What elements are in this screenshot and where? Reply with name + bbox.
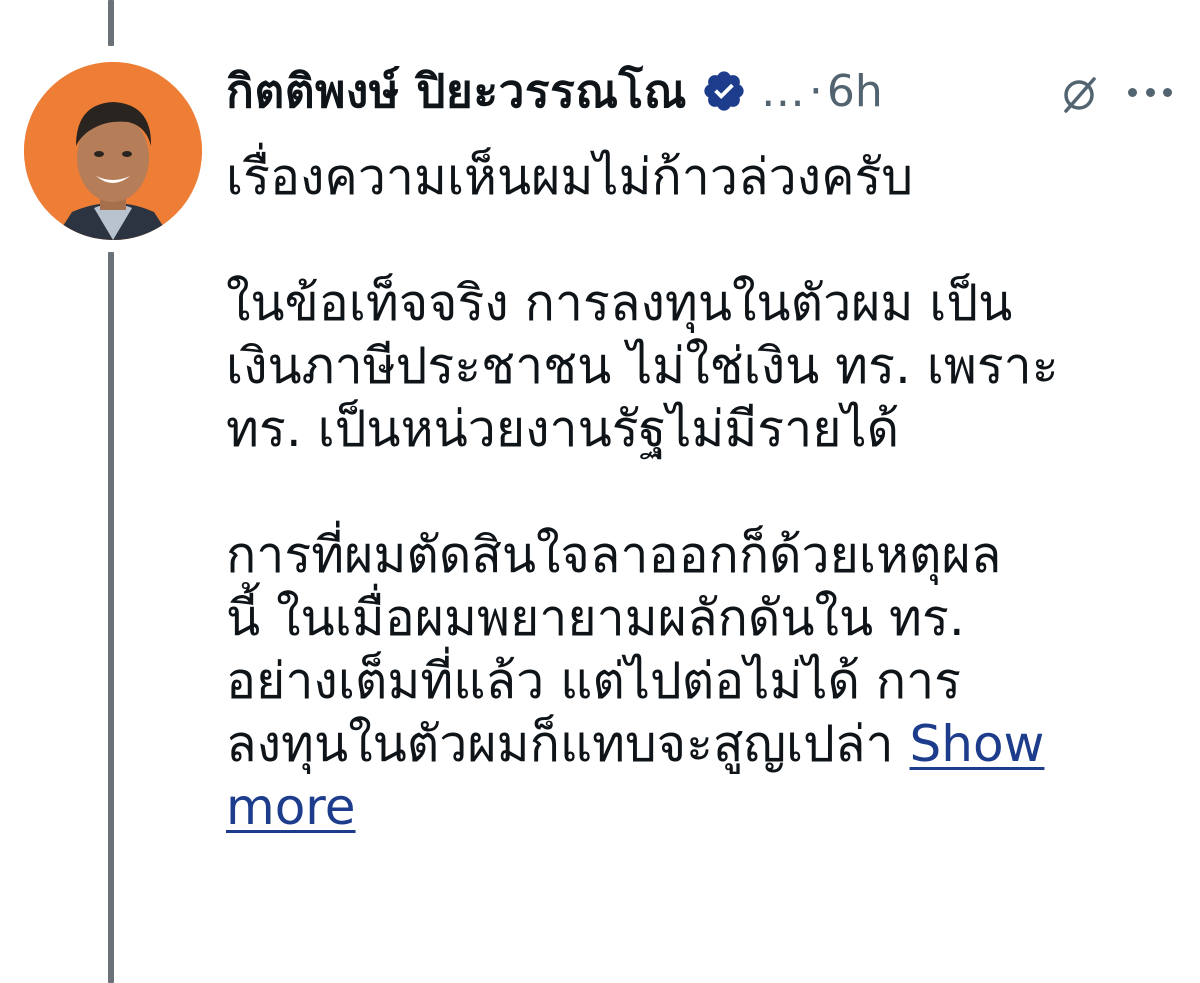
avatar-photo (24, 62, 202, 240)
post-text-line: การที่ผมตัดสินใจลาออกก็ด้วยเหตุผล (226, 526, 1002, 584)
avatar[interactable] (24, 62, 202, 240)
thread-line-top (108, 0, 114, 46)
separator-dot: · (808, 65, 823, 117)
ellipsis-text: … (760, 65, 805, 117)
more-dot-icon (1145, 88, 1155, 97)
author-name[interactable]: กิตติพงษ์ ปิยะวรรณโณ (226, 55, 687, 128)
post-meta: … · 6h (761, 66, 883, 117)
show-more-link-continued[interactable]: more (226, 778, 356, 836)
post-text-line: นี้ ในเมื่อผมพยายามผลักดันใน ทร. (226, 589, 965, 647)
verified-badge-icon (701, 68, 747, 114)
post-timestamp[interactable]: 6h (827, 66, 883, 117)
thread-line-bottom (108, 252, 114, 983)
post-paragraph-3: การที่ผมตัดสินใจลาออกก็ด้วยเหตุผล นี้ ใน… (226, 524, 1176, 839)
post-text-line: เงินภาษีประชาชน ไม่ใช่เงิน ทร. เพราะ (226, 337, 1059, 395)
post-paragraph-1: เรื่องความเห็นผมไม่ก้าวล่วงครับ (226, 146, 1176, 209)
post-text-line: เรื่องความเห็นผมไม่ก้าวล่วงครับ (226, 148, 914, 206)
post-header: กิตติพงษ์ ปิยะวรรณโณ … · 6h (226, 58, 1186, 124)
post-text: เรื่องความเห็นผมไม่ก้าวล่วงครับ ในข้อเท็… (226, 146, 1176, 839)
show-more-wrap-line: more (226, 776, 1176, 839)
post-text-line: ในข้อเท็จจริง การลงทุนในตัวผม เป็น (226, 274, 1013, 332)
post-text-line: ทร. เป็นหน่วยงานรัฐไม่มีรายได้ (226, 400, 900, 458)
show-more-link[interactable]: Show (910, 715, 1045, 773)
grok-icon[interactable] (1060, 76, 1098, 114)
post-paragraph-2: ในข้อเท็จจริง การลงทุนในตัวผม เป็น เงินภ… (226, 272, 1176, 461)
more-dot-icon (1128, 88, 1137, 97)
post-text-line-last: ลงทุนในตัวผมก็แทบจะสูญเปล่า Show (226, 713, 1176, 776)
post-text-line: อย่างเต็มที่แล้ว แต่ไปต่อไม่ได้ การ (226, 652, 962, 710)
more-options-icon[interactable] (1128, 88, 1172, 100)
post-text-fragment: ลงทุนในตัวผมก็แทบจะสูญเปล่า (226, 715, 894, 773)
more-dot-icon (1163, 88, 1172, 97)
